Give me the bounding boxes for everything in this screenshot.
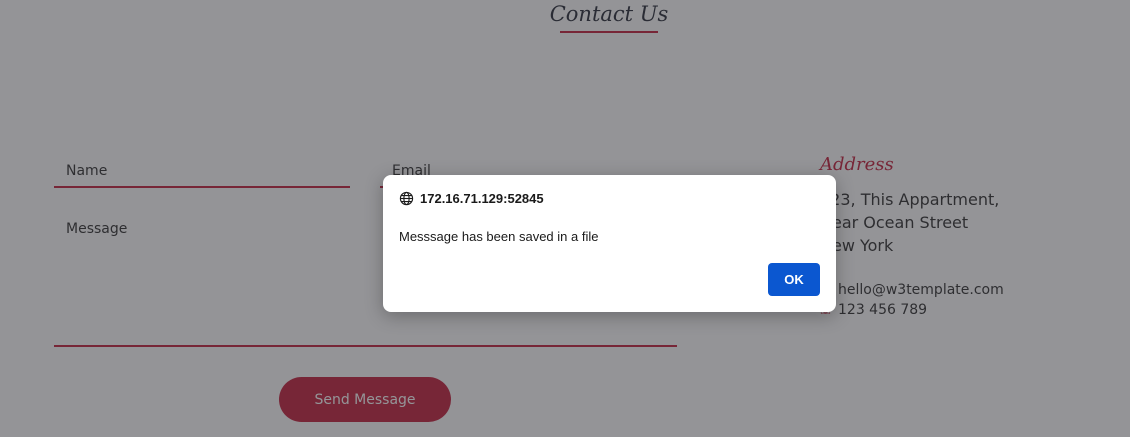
dialog-message: Messsage has been saved in a file bbox=[399, 229, 599, 244]
dialog-origin-text: 172.16.71.129:52845 bbox=[420, 191, 544, 206]
ok-button[interactable]: OK bbox=[768, 263, 820, 296]
alert-dialog: 172.16.71.129:52845 Messsage has been sa… bbox=[383, 175, 836, 312]
globe-icon bbox=[399, 191, 414, 206]
dialog-origin: 172.16.71.129:52845 bbox=[399, 191, 544, 206]
